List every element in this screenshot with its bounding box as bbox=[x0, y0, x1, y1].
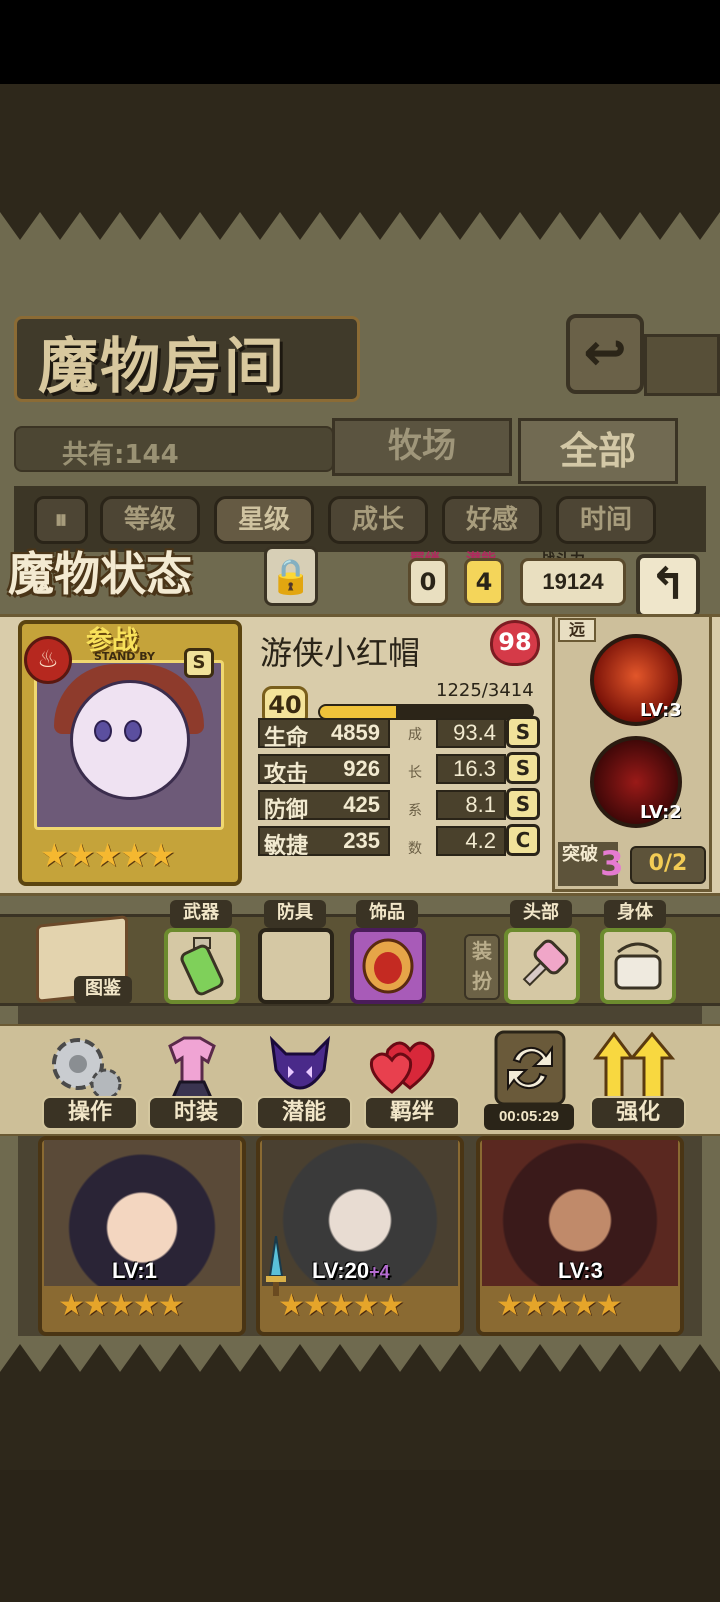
power-value: 19124 bbox=[520, 558, 626, 606]
grade-badge-hp: S bbox=[506, 716, 540, 748]
stat-value: 4859 bbox=[331, 720, 380, 745]
red-amulet-icon bbox=[362, 938, 414, 994]
character-eye-left bbox=[94, 720, 112, 742]
tab-all[interactable]: 全部 bbox=[518, 418, 678, 484]
slot-label-body: 身体 bbox=[604, 900, 666, 928]
lock-icon: 🔒 bbox=[269, 557, 313, 597]
stat-label: 攻击 bbox=[264, 762, 309, 787]
stat-value: 425 bbox=[343, 792, 380, 817]
stat-defense: 防御 425 bbox=[258, 790, 390, 823]
return-arrow-icon: ↩ bbox=[583, 323, 627, 383]
slot-label-weapon: 武器 bbox=[170, 900, 232, 928]
background-bottom bbox=[0, 1380, 720, 1470]
return-arrow-icon: ↰ bbox=[649, 559, 687, 610]
skill-level: LV:3 bbox=[640, 700, 682, 721]
level-text: LV:20 bbox=[312, 1258, 370, 1283]
monster-list-level: LV:3 bbox=[558, 1258, 603, 1283]
page-title: 魔物房间 bbox=[38, 332, 286, 402]
bond-value: 0 bbox=[408, 558, 448, 606]
pink-hammer-icon bbox=[522, 939, 569, 987]
level-plus: +4 bbox=[369, 1262, 390, 1282]
back-button[interactable]: ↩ bbox=[566, 314, 644, 394]
character-eye-right bbox=[124, 720, 142, 742]
filter-star[interactable]: 星级 bbox=[214, 496, 314, 544]
monster-list-level: LV:20+4 bbox=[312, 1258, 390, 1284]
zigzag-border-top bbox=[0, 204, 720, 240]
weapon-slot[interactable] bbox=[164, 928, 240, 1004]
monster-name: 游侠小红帽 bbox=[260, 634, 421, 672]
growth-hp: 93.4 bbox=[436, 718, 506, 748]
background-top bbox=[0, 84, 720, 204]
grade-badge-defense: S bbox=[506, 788, 540, 820]
dress-label: 装扮 bbox=[464, 934, 500, 1000]
top-black-bar bbox=[0, 0, 720, 84]
filter-affection[interactable]: 好感 bbox=[442, 496, 542, 544]
lock-button[interactable]: 🔒 bbox=[264, 546, 318, 606]
accessory-slot[interactable] bbox=[350, 928, 426, 1004]
action-outfit[interactable]: 时装 bbox=[148, 1096, 244, 1130]
total-count: 共有:144 bbox=[62, 440, 179, 470]
action-operate[interactable]: 操作 bbox=[42, 1096, 138, 1130]
bottom-bar bbox=[0, 1470, 720, 1602]
range-tag: 远 bbox=[558, 618, 596, 642]
stat-value: 235 bbox=[343, 828, 380, 853]
fire-element-icon: ♨ bbox=[24, 636, 72, 684]
slot-label-armor: 防具 bbox=[264, 900, 326, 928]
slot-label-accessory: 饰品 bbox=[356, 900, 418, 928]
slot-label-head: 头部 bbox=[510, 900, 572, 928]
monster-list-stars: ★★★★★ bbox=[496, 1288, 622, 1323]
white-bag-icon bbox=[614, 942, 662, 990]
skill-level: LV:2 bbox=[640, 802, 682, 823]
armor-slot[interactable] bbox=[258, 928, 334, 1004]
stat-attack: 攻击 926 bbox=[258, 754, 390, 787]
grade-badge-agility: C bbox=[506, 824, 540, 856]
potential-value: 4 bbox=[464, 558, 504, 606]
stat-hp: 生命 4859 bbox=[258, 718, 390, 751]
rank-badge: S bbox=[184, 648, 214, 678]
exp-fill bbox=[320, 706, 397, 718]
sort-toggle-icon: ⏸ bbox=[54, 505, 68, 535]
action-potential[interactable]: 潜能 bbox=[256, 1096, 352, 1130]
stat-label: 防御 bbox=[264, 798, 309, 823]
growth-label-char: 数 bbox=[408, 841, 422, 857]
action-bond[interactable]: 羁绊 bbox=[364, 1096, 460, 1130]
refresh-icon[interactable] bbox=[488, 1026, 572, 1110]
standby-sub-label: STAND BY bbox=[94, 650, 155, 663]
head-slot[interactable] bbox=[504, 928, 580, 1004]
stat-label: 生命 bbox=[264, 726, 309, 751]
monster-list-level: LV:1 bbox=[112, 1258, 157, 1283]
status-title: 魔物状态 bbox=[8, 547, 192, 601]
zigzag-border-bottom bbox=[0, 1344, 720, 1380]
growth-label-char: 成 bbox=[408, 727, 422, 743]
breakthrough-progress[interactable]: 0/2 bbox=[630, 846, 706, 884]
monster-list-stars: ★★★★★ bbox=[278, 1288, 404, 1323]
sort-order-button[interactable]: ⏸ bbox=[34, 496, 88, 544]
growth-label-char: 系 bbox=[408, 803, 422, 819]
grade-badge-attack: S bbox=[506, 752, 540, 784]
exp-text: 1225/3414 bbox=[436, 680, 534, 701]
monster-list-stars: ★★★★★ bbox=[58, 1288, 184, 1323]
action-enhance[interactable]: 强化 bbox=[590, 1096, 686, 1130]
stat-label: 敏捷 bbox=[264, 834, 309, 859]
growth-agility: 4.2 bbox=[436, 826, 506, 856]
stat-value: 926 bbox=[343, 756, 380, 781]
breakthrough-level: 3 bbox=[600, 844, 624, 884]
affection-heart[interactable]: 98 bbox=[490, 620, 540, 666]
status-back-button[interactable]: ↰ bbox=[636, 554, 700, 618]
growth-defense: 8.1 bbox=[436, 790, 506, 820]
header-rail bbox=[644, 334, 720, 396]
body-slot[interactable] bbox=[600, 928, 676, 1004]
codex-label[interactable]: 图鉴 bbox=[74, 976, 132, 1004]
filter-growth[interactable]: 成长 bbox=[328, 496, 428, 544]
green-potion-icon bbox=[180, 937, 224, 996]
filter-level[interactable]: 等级 bbox=[100, 496, 200, 544]
growth-label-char: 长 bbox=[408, 765, 422, 781]
filter-time[interactable]: 时间 bbox=[556, 496, 656, 544]
card-stars: ★★★★★ bbox=[40, 836, 175, 874]
refresh-timer: 00:05:29 bbox=[484, 1104, 574, 1130]
tab-ranch[interactable]: 牧场 bbox=[332, 418, 512, 476]
stat-agility: 敏捷 235 bbox=[258, 826, 390, 859]
growth-attack: 16.3 bbox=[436, 754, 506, 784]
